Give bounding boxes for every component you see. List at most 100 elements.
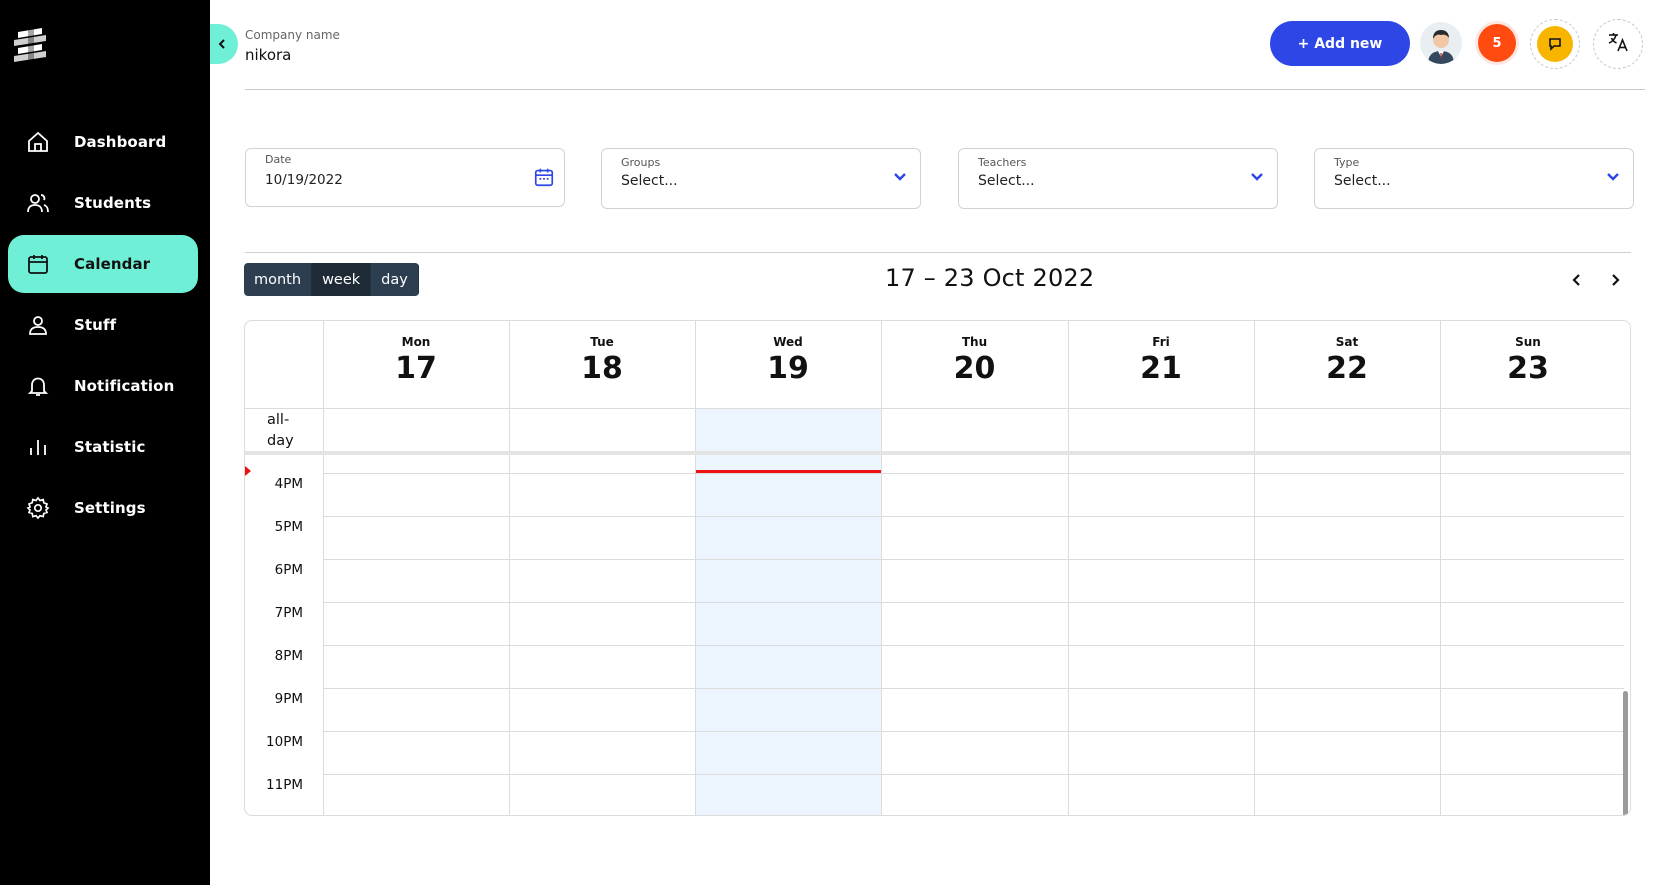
time-label: 9PM — [274, 691, 303, 707]
slot-line — [323, 688, 1624, 689]
day-header-tue[interactable]: Tue 18 — [509, 335, 695, 386]
calendar-range-title: 17 – 23 Oct 2022 — [885, 264, 1095, 292]
slot-line — [323, 602, 1624, 603]
gear-icon — [26, 496, 50, 520]
date-field-value: 10/19/2022 — [265, 172, 343, 188]
week-calendar-grid: Mon 17 Tue 18 Wed 19 Thu 20 Fri 21 Sat 2… — [244, 320, 1631, 816]
language-button[interactable] — [1593, 19, 1643, 69]
day-number: 19 — [767, 351, 809, 386]
day-number: 17 — [395, 351, 437, 386]
sidebar-item-statistic[interactable]: Statistic — [0, 418, 210, 476]
day-number: 23 — [1507, 351, 1549, 386]
header-divider — [245, 89, 1645, 90]
sidebar: Dashboard Students Calendar Stuff Notifi… — [0, 0, 210, 885]
column-divider — [1254, 321, 1255, 815]
slot-line — [323, 473, 1624, 474]
sidebar-item-dashboard[interactable]: Dashboard — [0, 113, 210, 171]
day-number: 21 — [1140, 351, 1182, 386]
chevron-down-icon — [1601, 165, 1625, 189]
column-divider — [323, 321, 324, 815]
column-divider — [695, 321, 696, 815]
type-select-value: Select... — [1334, 173, 1391, 189]
view-day-button[interactable]: day — [371, 263, 419, 296]
calendar-icon[interactable] — [532, 165, 556, 189]
header-divider — [245, 408, 1630, 409]
next-week-button[interactable] — [1604, 270, 1626, 292]
day-number: 20 — [953, 351, 996, 386]
sidebar-item-label: Settings — [74, 499, 146, 517]
bell-icon — [26, 374, 50, 398]
users-icon — [26, 191, 50, 215]
time-label: 4PM — [274, 476, 303, 492]
time-label: 6PM — [274, 562, 303, 578]
chat-icon — [1537, 26, 1573, 62]
groups-select-label: Groups — [621, 156, 661, 169]
sidebar-item-label: Dashboard — [74, 133, 167, 151]
sidebar-nav: Dashboard Students Calendar Stuff Notifi… — [0, 113, 210, 540]
now-indicator-line — [696, 470, 881, 473]
chevron-right-icon — [1609, 272, 1621, 291]
day-number: 18 — [581, 351, 623, 386]
sidebar-item-label: Stuff — [74, 316, 117, 334]
type-select[interactable]: Type Select... — [1314, 148, 1634, 209]
column-divider — [881, 321, 882, 815]
day-name: Sun — [1515, 335, 1541, 349]
sidebar-item-label: Students — [74, 194, 152, 212]
view-month-button[interactable]: month — [244, 263, 313, 296]
chevron-left-icon — [216, 35, 228, 54]
avatar[interactable] — [1420, 22, 1462, 64]
calendar-scrollbar[interactable] — [1623, 691, 1628, 815]
date-field-label: Date — [265, 153, 292, 166]
filters-divider — [245, 252, 1631, 253]
day-name: Thu — [961, 335, 988, 349]
teachers-select-value: Select... — [978, 173, 1035, 189]
translate-icon — [1606, 30, 1630, 58]
sidebar-collapse-button[interactable] — [210, 24, 238, 64]
day-header-sun[interactable]: Sun 23 — [1440, 335, 1616, 386]
sidebar-item-label: Notification — [74, 377, 175, 395]
sidebar-item-notification[interactable]: Notification — [0, 357, 210, 415]
prev-week-button[interactable] — [1566, 270, 1588, 292]
time-label: 11PM — [266, 777, 303, 793]
time-label: 8PM — [274, 648, 303, 664]
company-label: Company name — [245, 28, 340, 42]
now-indicator-arrow — [245, 466, 251, 476]
column-divider — [1068, 321, 1069, 815]
sidebar-item-calendar[interactable]: Calendar — [8, 235, 198, 293]
user-icon — [26, 313, 50, 337]
time-label: 5PM — [274, 519, 303, 535]
day-number: 22 — [1326, 351, 1368, 386]
groups-select[interactable]: Groups Select... — [601, 148, 921, 209]
view-week-button[interactable]: week — [312, 263, 372, 296]
day-header-thu[interactable]: Thu 20 — [881, 335, 1068, 386]
day-header-sat[interactable]: Sat 22 — [1254, 335, 1440, 386]
day-name: Sat — [1335, 335, 1359, 349]
chevron-left-icon — [1571, 272, 1583, 291]
day-header-wed[interactable]: Wed 19 — [695, 335, 881, 386]
groups-select-value: Select... — [621, 173, 678, 189]
chevron-down-icon — [1245, 165, 1269, 189]
date-field[interactable]: Date 10/19/2022 — [245, 148, 565, 207]
allday-divider — [245, 451, 1630, 455]
day-name: Wed — [773, 335, 803, 349]
sidebar-item-label: Calendar — [74, 255, 151, 273]
sidebar-item-stuff[interactable]: Stuff — [0, 296, 210, 354]
slot-line — [323, 516, 1624, 517]
teachers-select[interactable]: Teachers Select... — [958, 148, 1278, 209]
chat-button[interactable] — [1530, 19, 1580, 69]
app-logo[interactable] — [12, 26, 52, 64]
sidebar-item-students[interactable]: Students — [0, 174, 210, 232]
column-divider — [1440, 321, 1441, 815]
day-header-mon[interactable]: Mon 17 — [323, 335, 509, 386]
slot-line — [323, 774, 1624, 775]
sidebar-item-settings[interactable]: Settings — [0, 479, 210, 537]
teachers-select-label: Teachers — [978, 156, 1027, 169]
day-header-fri[interactable]: Fri 21 — [1068, 335, 1254, 386]
day-name: Fri — [1152, 335, 1170, 349]
bar-chart-icon — [26, 435, 50, 459]
time-label: 7PM — [274, 605, 303, 621]
add-new-button[interactable]: + Add new — [1270, 21, 1410, 66]
calendar-icon — [26, 252, 50, 276]
notification-count-badge[interactable]: 5 — [1478, 24, 1516, 62]
type-select-label: Type — [1334, 156, 1360, 169]
